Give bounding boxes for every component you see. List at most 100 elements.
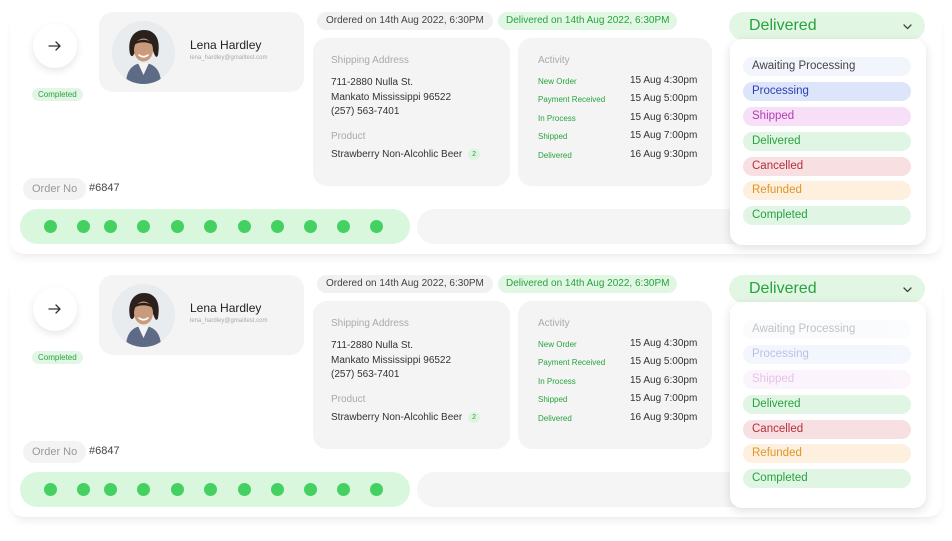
status-option-cancelled[interactable]: Cancelled: [743, 157, 911, 176]
activity-row: Shipped 15 Aug 7:00pm: [538, 130, 698, 144]
progress-dot: [369, 220, 383, 233]
activity-row: Delivered 16 Aug 9:30pm: [538, 149, 698, 163]
status-option-processing[interactable]: Processing: [743, 82, 911, 101]
status-option-completed[interactable]: Completed: [743, 206, 911, 225]
activity-panel: Activity New Order 15 Aug 4:30pm Payment R…: [518, 38, 712, 186]
progress-dot: [270, 220, 284, 233]
progress-dot: [369, 483, 383, 496]
phone-number: (257) 563-7401: [331, 369, 400, 380]
activity-event-time: 15 Aug 5:00pm: [630, 93, 698, 104]
product-label: Product: [331, 394, 366, 405]
open-order-button[interactable]: [33, 24, 77, 68]
shipping-address-label: Shipping Address: [331, 318, 409, 329]
activity-event-label: In Process: [538, 377, 576, 386]
order-no-label: Order No: [23, 178, 87, 200]
customer-email[interactable]: lena_hardley@gmailtest.com: [190, 55, 267, 61]
progress-dots-bar: [20, 209, 410, 244]
status-option-completed[interactable]: Completed: [743, 469, 911, 488]
shipping-address: 711-2880 Nulla St. Mankato Mississippi 9…: [331, 76, 451, 120]
activity-row: Payment Received 15 Aug 5:00pm: [538, 93, 698, 107]
progress-dots-bar: [20, 472, 410, 507]
product-text: Strawberry Non-Alcohlic Beer: [331, 149, 463, 160]
status-option-cancelled[interactable]: Cancelled: [743, 420, 911, 439]
progress-dot: [336, 483, 350, 496]
delivered-date-tag: Delivered on 14th Aug 2022, 6:30PM: [498, 275, 678, 293]
order-card: Completed Lena Hardley lena_hardley@gmai…: [10, 12, 942, 254]
quantity-badge: 2: [468, 412, 481, 423]
status-badge: Completed: [32, 351, 83, 364]
progress-dot: [336, 220, 350, 233]
activity-event-time: 16 Aug 9:30pm: [630, 412, 698, 423]
status-option-delivered[interactable]: Delivered: [743, 132, 911, 151]
phone-number: (257) 563-7401: [331, 106, 400, 117]
activity-row: In Process 15 Aug 6:30pm: [538, 112, 698, 126]
activity-label: Activity: [538, 318, 570, 329]
status-option-awaiting-processing[interactable]: Awaiting Processing: [743, 57, 911, 76]
shipping-address-label: Shipping Address: [331, 55, 409, 66]
progress-track: [417, 209, 747, 244]
progress-dot: [103, 483, 117, 496]
activity-row: Payment Received 15 Aug 5:00pm: [538, 356, 698, 370]
avatar: [112, 284, 175, 347]
order-number: #6847: [89, 445, 120, 457]
chevron-down-icon: [903, 24, 912, 30]
activity-event-label: Shipped: [538, 132, 568, 141]
status-option-refunded[interactable]: Refunded: [743, 181, 911, 200]
status-select[interactable]: Delivered: [729, 12, 925, 40]
activity-label: Activity: [538, 55, 570, 66]
ordered-date-tag: Ordered on 14th Aug 2022, 6:30PM: [317, 12, 493, 30]
shipping-panel: Shipping Address 711-2880 Nulla St. Mank…: [313, 301, 510, 449]
product-label: Product: [331, 131, 366, 142]
address-line-2: Mankato Mississippi 96522: [331, 91, 452, 103]
activity-event-time: 15 Aug 6:30pm: [630, 375, 698, 386]
progress-dot: [170, 483, 184, 496]
order-no-label: Order No: [23, 441, 87, 463]
status-dropdown: Awaiting Processing Processing Shipped Deli…: [730, 302, 926, 508]
quantity-badge: 2: [468, 149, 481, 160]
status-option-shipped: Shipped: [743, 370, 911, 389]
activity-event-label: In Process: [538, 114, 576, 123]
progress-dot: [270, 483, 284, 496]
customer-name: Lena Hardley: [190, 38, 262, 52]
status-dropdown: Awaiting Processing Processing Shipped Deli…: [730, 39, 926, 245]
chevron-down-icon: [903, 287, 912, 293]
activity-event-time: 15 Aug 6:30pm: [630, 112, 698, 123]
arrow-right-icon: [48, 41, 61, 51]
activity-event-label: Payment Received: [538, 95, 606, 104]
activity-row: New Order 15 Aug 4:30pm: [538, 75, 698, 89]
activity-event-label: New Order: [538, 340, 577, 349]
progress-dot: [136, 483, 150, 496]
address-line-2: Mankato Mississippi 96522: [331, 354, 452, 366]
open-order-button[interactable]: [33, 287, 77, 331]
address-line-1: 711-2880 Nulla St.: [331, 77, 414, 88]
progress-dot: [237, 483, 251, 496]
activity-event-time: 15 Aug 4:30pm: [630, 338, 698, 349]
activity-event-time: 15 Aug 7:00pm: [630, 130, 698, 141]
progress-track: [417, 472, 747, 507]
arrow-right-icon: [48, 304, 61, 314]
progress-dot: [237, 220, 251, 233]
progress-dot: [303, 483, 317, 496]
ordered-date-tag: Ordered on 14th Aug 2022, 6:30PM: [317, 275, 493, 293]
delivered-date-tag: Delivered on 14th Aug 2022, 6:30PM: [498, 12, 678, 30]
progress-dot: [103, 220, 117, 233]
activity-event-label: New Order: [538, 77, 577, 86]
status-select[interactable]: Delivered: [729, 275, 925, 303]
progress-dot: [43, 483, 57, 496]
activity-event-time: 15 Aug 7:00pm: [630, 393, 698, 404]
activity-row: In Process 15 Aug 6:30pm: [538, 375, 698, 389]
status-option-refunded[interactable]: Refunded: [743, 444, 911, 463]
progress-dot: [43, 220, 57, 233]
activity-row: Delivered 16 Aug 9:30pm: [538, 412, 698, 426]
order-number: #6847: [89, 182, 120, 194]
product-name: Strawberry Non-Alcohlic Beer 2: [331, 412, 481, 423]
activity-event-label: Delivered: [538, 414, 572, 423]
status-option-shipped[interactable]: Shipped: [743, 107, 911, 126]
customer-email[interactable]: lena_hardley@gmailtest.com: [190, 318, 267, 324]
shipping-address: 711-2880 Nulla St. Mankato Mississippi 9…: [331, 339, 451, 383]
status-badge: Completed: [32, 88, 83, 101]
product-text: Strawberry Non-Alcohlic Beer: [331, 412, 463, 423]
status-option-delivered[interactable]: Delivered: [743, 395, 911, 414]
activity-row: New Order 15 Aug 4:30pm: [538, 338, 698, 352]
avatar: [112, 21, 175, 84]
